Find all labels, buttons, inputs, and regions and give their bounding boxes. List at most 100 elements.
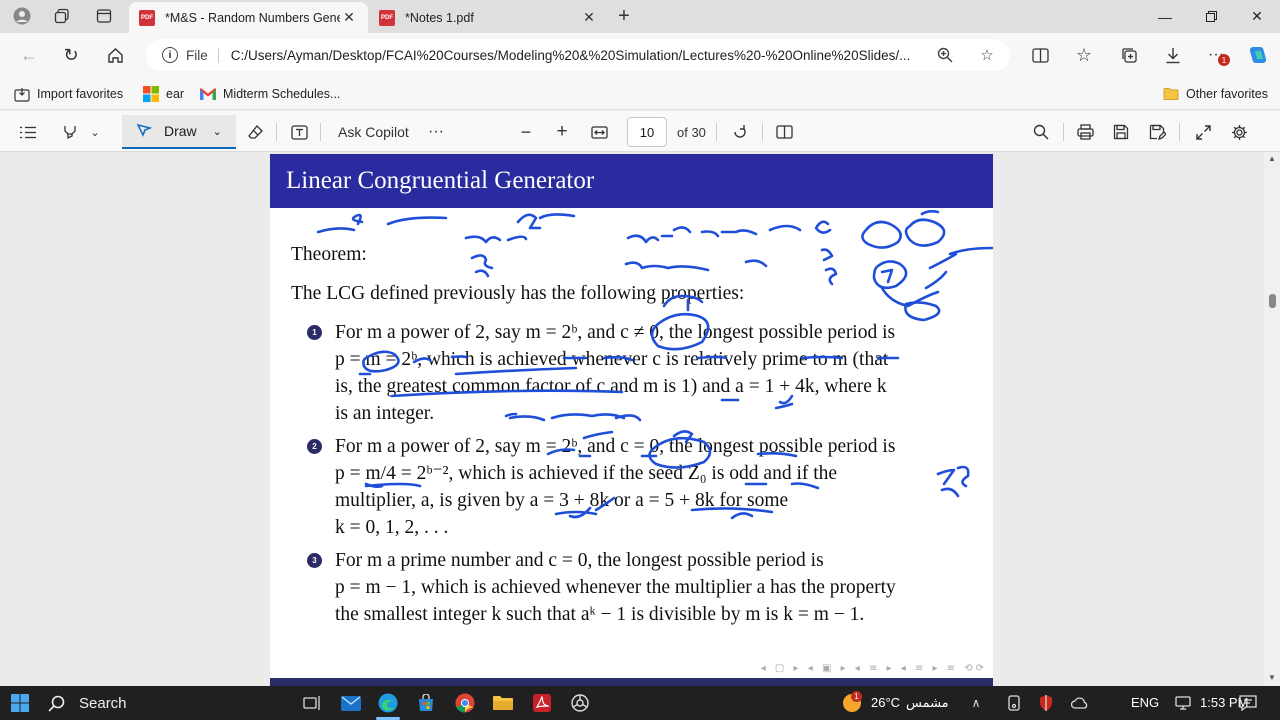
scroll-up-icon[interactable]: ▲	[1268, 154, 1276, 163]
draw-dropdown-icon[interactable]: ⌄	[213, 125, 222, 138]
acrobat-icon[interactable]	[530, 691, 554, 715]
favorites-icon[interactable]: ☆	[1069, 41, 1099, 69]
tab-mns-random-numbers[interactable]: PDF *M&S - Random Numbers Gene ✕	[129, 2, 368, 33]
full-screen-icon[interactable]	[1191, 119, 1215, 145]
property-3-line-2: p = m − 1, which is achieved whenever th…	[335, 577, 896, 598]
favorite-ear[interactable]: ear	[143, 84, 184, 104]
tab-label: *Notes 1.pdf	[405, 10, 474, 25]
tab-notes-1[interactable]: PDF *Notes 1.pdf ✕	[369, 2, 608, 33]
slide-footer-bar	[270, 678, 993, 686]
ask-copilot-button[interactable]: Ask Copilot	[338, 119, 409, 145]
back-icon[interactable]: ←	[14, 41, 44, 69]
device-icon[interactable]	[1002, 691, 1026, 715]
list-marker: 3	[307, 553, 322, 568]
settings-gear-icon[interactable]	[1227, 119, 1251, 145]
draw-button[interactable]: Draw ⌄	[122, 115, 236, 149]
eraser-icon[interactable]	[242, 119, 268, 145]
input-language[interactable]: ENG	[1131, 695, 1159, 710]
list-marker: 2	[307, 439, 322, 454]
security-icon[interactable]	[1034, 691, 1058, 715]
theorem-label: Theorem:	[291, 244, 367, 265]
pdf-icon: PDF	[379, 9, 395, 26]
downloads-icon[interactable]	[1158, 41, 1188, 69]
close-tab-icon[interactable]: ✕	[580, 9, 598, 26]
property-2-line-4: k = 0, 1, 2, . . .	[335, 517, 449, 538]
print-icon[interactable]	[1073, 119, 1097, 145]
toolbar-divider	[762, 123, 763, 141]
pdf-page-slide: Linear Congruential Generator Theorem: T…	[270, 154, 993, 686]
chrome-icon[interactable]	[453, 691, 477, 715]
property-2-line-2: p = m/4 = 2ᵇ⁻², which is achieved if the…	[335, 463, 838, 484]
notifications-icon[interactable]	[1236, 691, 1260, 715]
pdf-icon: PDF	[139, 9, 155, 26]
list-marker: 1	[307, 325, 322, 340]
new-tab-icon[interactable]: +	[612, 5, 636, 27]
task-view-icon[interactable]	[300, 691, 324, 715]
text-box-icon[interactable]	[286, 119, 312, 145]
collections-icon[interactable]	[1114, 41, 1144, 69]
address-bar[interactable]: i File C:/Users/Ayman/Desktop/FCAI%20Cou…	[146, 39, 1010, 71]
highlight-dropdown-icon[interactable]: ⌄	[86, 119, 104, 145]
page-view-icon[interactable]	[772, 119, 796, 145]
favorite-label: Import favorites	[37, 87, 124, 101]
tab-actions-icon[interactable]	[92, 5, 116, 27]
minimize-icon[interactable]: —	[1142, 0, 1188, 33]
property-1-line-2: p = m = 2ᵇ, which is achieved whenever c…	[335, 349, 889, 370]
find-icon[interactable]	[1029, 119, 1053, 145]
page-number-input[interactable]: 10	[627, 117, 667, 147]
file-explorer-icon[interactable]	[491, 691, 515, 715]
restore-icon[interactable]	[1188, 0, 1234, 33]
scroll-down-icon[interactable]: ▼	[1268, 673, 1276, 682]
store-icon[interactable]	[414, 691, 438, 715]
taskbar-search[interactable]: Search	[40, 690, 127, 716]
refresh-icon[interactable]: ↻	[56, 41, 86, 69]
home-icon[interactable]	[100, 41, 130, 69]
scheme-label: File	[186, 47, 219, 63]
copilot-icon[interactable]	[1243, 41, 1273, 69]
scrollbar-thumb[interactable]	[1269, 294, 1276, 308]
property-2-line-1: For m a power of 2, say m = 2ᵇ, and c = …	[335, 436, 896, 457]
start-windows-icon[interactable]	[8, 691, 32, 715]
property-1-line-1: For m a power of 2, say m = 2ᵇ, and c ≠ …	[335, 322, 896, 343]
save-as-icon[interactable]	[1145, 119, 1169, 145]
tab-label: *M&S - Random Numbers Gene	[165, 10, 340, 25]
app-icon[interactable]	[568, 691, 592, 715]
favorite-midterm-schedules[interactable]: Midterm Schedules...	[200, 84, 340, 104]
close-window-icon[interactable]: ✕	[1234, 0, 1280, 33]
toolbar-divider	[1063, 123, 1064, 141]
weather-condition[interactable]: مشمس	[906, 695, 949, 711]
cloud-sync-icon[interactable]	[1068, 691, 1092, 715]
edge-browser-icon[interactable]	[376, 691, 400, 715]
favorite-import[interactable]: Import favorites	[14, 84, 123, 104]
other-favorites-folder[interactable]: Other favorites	[1163, 84, 1268, 104]
show-hidden-icons-icon[interactable]: ∧	[964, 691, 988, 715]
beamer-navigation-symbols[interactable]: ◂ ▢ ▸ ◂ ▣ ▸ ◂ ≡ ▸ ◂ ≡ ▸ ≡ ⟲⟳	[761, 663, 987, 674]
title-bar: PDF *M&S - Random Numbers Gene ✕ PDF *No…	[0, 0, 1280, 33]
rotate-icon[interactable]	[728, 119, 752, 145]
workspaces-icon[interactable]	[50, 5, 74, 27]
url-text[interactable]: C:/Users/Ayman/Desktop/FCAI%20Courses/Mo…	[231, 48, 921, 63]
info-icon[interactable]: i	[162, 47, 178, 63]
close-tab-icon[interactable]: ✕	[340, 9, 358, 26]
highlight-icon[interactable]	[56, 119, 84, 145]
favorite-star-icon[interactable]: ☆	[976, 45, 998, 65]
zoom-out-icon[interactable]: −	[514, 119, 538, 145]
property-1-line-4: is an integer.	[335, 403, 435, 424]
slide-title: Linear Congruential Generator	[270, 154, 993, 208]
save-icon[interactable]	[1109, 119, 1133, 145]
fit-to-width-icon[interactable]	[587, 119, 611, 145]
split-screen-icon[interactable]	[1025, 41, 1055, 69]
toolbar-divider	[276, 123, 277, 141]
zoom-icon[interactable]	[934, 45, 956, 65]
more-tools-icon[interactable]: ···	[424, 119, 448, 145]
network-icon[interactable]	[1171, 691, 1195, 715]
weather-temperature[interactable]: 26°C	[871, 695, 900, 710]
favorite-label: ear	[166, 87, 185, 101]
vertical-scrollbar[interactable]: ▲ ▼	[1264, 152, 1280, 686]
profile-icon[interactable]	[10, 5, 34, 27]
zoom-in-icon[interactable]: +	[550, 119, 574, 145]
mail-icon[interactable]	[339, 691, 363, 715]
contents-icon[interactable]	[14, 119, 42, 145]
search-label: Search	[79, 694, 127, 712]
toolbar-divider	[1179, 123, 1180, 141]
